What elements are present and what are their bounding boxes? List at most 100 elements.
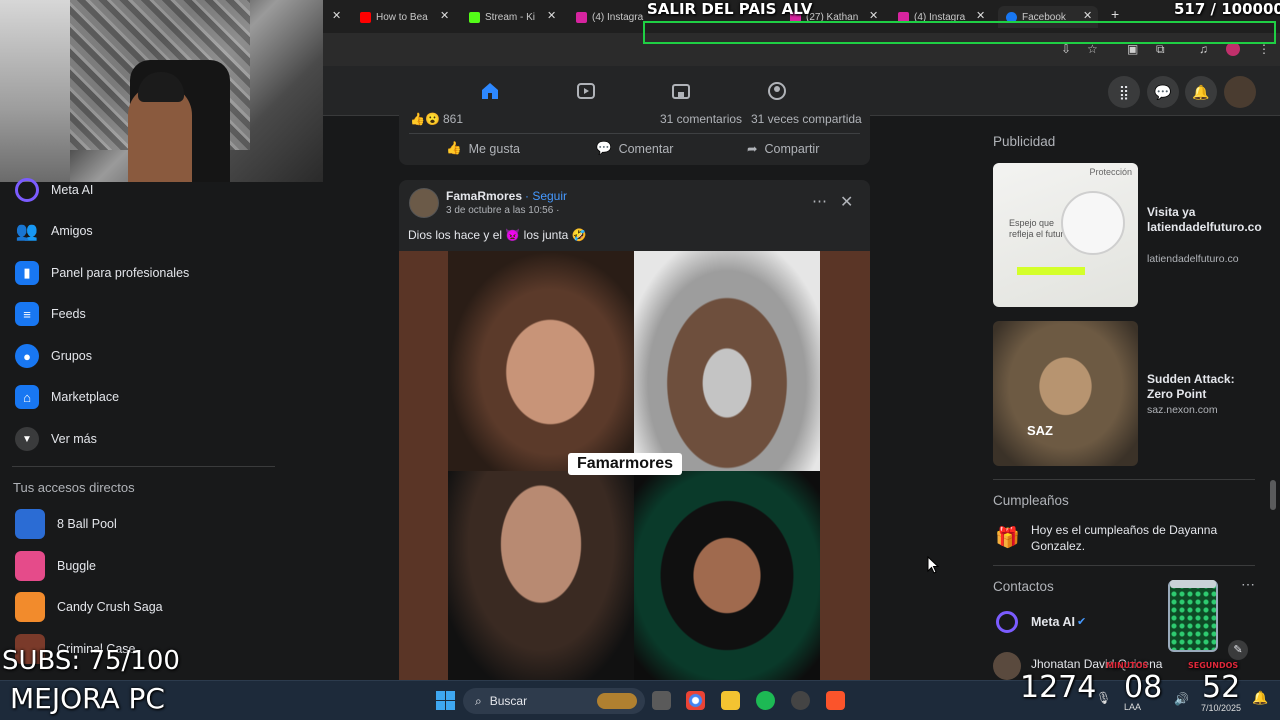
timer-seconds: 52 — [1202, 670, 1241, 705]
like-button[interactable]: 👍 Me gusta — [446, 141, 520, 156]
account-avatar[interactable] — [1224, 76, 1256, 108]
contacts-heading: Contactos — [993, 579, 1054, 594]
extension-icon[interactable]: ▣ — [1127, 42, 1138, 56]
home-icon[interactable] — [480, 81, 500, 101]
comment-count[interactable]: 31 comentarios — [660, 112, 742, 126]
video-icon[interactable] — [576, 81, 596, 101]
birthdays-heading: Cumpleaños — [993, 493, 1069, 508]
shortcut-buggle[interactable]: Buggle — [0, 548, 290, 584]
candy-crush-icon — [15, 592, 45, 622]
sidebar-item-friends[interactable]: 👥 Amigos — [0, 213, 290, 249]
mouse-cursor-icon — [927, 556, 939, 574]
post-timestamp[interactable]: 3 de octubre a las 10:56 · — [446, 205, 559, 216]
post-author-avatar[interactable] — [409, 188, 439, 218]
notifications-button[interactable]: 🔔 — [1185, 76, 1217, 108]
follow-link[interactable]: · Seguir — [525, 189, 567, 203]
youtube-icon — [360, 11, 371, 23]
action-divider — [409, 133, 860, 134]
ad-title-2[interactable]: Sudden Attack: Zero Point — [1147, 372, 1247, 402]
contact-meta-ai[interactable]: Meta AI — [1031, 615, 1075, 629]
brave-icon[interactable] — [826, 691, 845, 710]
marketplace-nav-icon[interactable] — [671, 81, 691, 101]
sidebar-item-dashboard[interactable]: ▮ Panel para profesionales — [0, 255, 290, 291]
sidebar-item-marketplace[interactable]: ⌂ Marketplace — [0, 379, 290, 415]
gift-icon: 🎁 — [995, 527, 1020, 549]
sidebar-divider — [12, 466, 275, 467]
close-icon[interactable]: ✕ — [840, 192, 853, 212]
groups-icon: ● — [15, 344, 39, 368]
install-icon[interactable]: ⇩ — [1061, 42, 1071, 56]
media-icon[interactable]: ♫ — [1199, 42, 1208, 56]
compose-icon[interactable]: ✎ — [1228, 640, 1248, 660]
tab-instagram[interactable]: (4) Instagra — [576, 6, 646, 28]
right-divider-2 — [993, 565, 1255, 566]
8-ball-pool-icon — [15, 509, 45, 539]
tab-close-icon[interactable]: ✕ — [440, 9, 449, 22]
contacts-options-icon[interactable]: ⋯ — [1241, 576, 1255, 593]
ad-url-2[interactable]: saz.nexon.com — [1147, 404, 1218, 416]
timer-minutes: 08 — [1124, 670, 1163, 705]
messenger-icon: 💬 — [1154, 83, 1172, 100]
sidebar-item-feeds[interactable]: ≡ Feeds — [0, 296, 290, 332]
kick-icon — [469, 11, 480, 23]
tab-close-icon[interactable]: ✕ — [547, 9, 556, 22]
messenger-button[interactable]: 💬 — [1147, 76, 1179, 108]
tab-close-icon[interactable]: ✕ — [332, 9, 341, 22]
new-tab-button[interactable]: + — [1111, 6, 1119, 22]
search-icon: ⌕ — [475, 693, 482, 708]
ad-image-mirror[interactable]: Protección Espejo que refleja el futuro — [993, 163, 1138, 307]
sidebar-item-groups[interactable]: ● Grupos — [0, 338, 290, 374]
shortcut-8-ball-pool[interactable]: 8 Ball Pool — [0, 506, 290, 542]
groups-nav-icon[interactable] — [767, 81, 787, 101]
reaction-icons: 👍😮 — [410, 112, 440, 126]
taskbar-search[interactable]: ⌕ Buscar — [463, 688, 645, 714]
contact-avatar[interactable] — [993, 652, 1021, 680]
comment-button[interactable]: 💬 Comentar — [596, 141, 673, 156]
notification-bell-icon[interactable]: 🔔 — [1252, 690, 1268, 706]
windows-start-icon[interactable] — [436, 691, 455, 710]
sidebar-item-see-more[interactable]: ▼ Ver más — [0, 421, 290, 457]
shortcuts-heading: Tus accesos directos — [13, 480, 135, 495]
tab-kick[interactable]: Stream - Ki — [469, 6, 549, 28]
share-button[interactable]: ➦ Compartir — [747, 141, 819, 157]
puzzle-icon[interactable]: ⧉ — [1156, 42, 1165, 57]
menu-icon[interactable]: ⋮ — [1258, 42, 1270, 56]
file-explorer-icon[interactable] — [721, 691, 740, 710]
microphone-icon[interactable]: 🎙 — [1096, 691, 1111, 705]
profile-avatar[interactable] — [1226, 42, 1240, 56]
menu-grid-button[interactable]: ⣿ — [1108, 76, 1140, 108]
share-icon: ➦ — [747, 142, 758, 156]
bell-icon: 🔔 — [1192, 83, 1210, 100]
timer-seconds-label: SEGUNDOS — [1188, 661, 1239, 670]
meta-ai-contact-icon — [996, 611, 1018, 633]
ad-title-1[interactable]: Visita ya latiendadelfuturo.co — [1147, 205, 1262, 235]
progress-goal-box — [643, 21, 1276, 44]
reaction-count[interactable]: 861 — [443, 112, 463, 126]
bookmark-star-icon[interactable]: ☆ — [1087, 42, 1098, 56]
sidebar-item-meta-ai[interactable]: Meta AI — [0, 172, 290, 208]
ad-url-1[interactable]: latiendadelfuturo.co — [1147, 253, 1239, 265]
spotify-icon[interactable] — [756, 691, 775, 710]
webcam-overlay — [0, 0, 323, 182]
feeds-icon: ≡ — [15, 302, 39, 326]
overlay-subs: SUBS: 75/100 — [2, 646, 180, 676]
task-view-icon[interactable] — [652, 691, 671, 710]
chrome-icon[interactable] — [686, 691, 705, 710]
share-count[interactable]: 31 veces compartida — [751, 112, 862, 126]
more-options-icon[interactable]: ⋯ — [812, 192, 827, 210]
right-divider — [993, 479, 1255, 480]
meta-ai-icon — [15, 178, 39, 202]
birthday-text[interactable]: Hoy es el cumpleaños de Dayanna Gonzalez… — [1031, 522, 1231, 554]
shortcut-candy-crush[interactable]: Candy Crush Saga — [0, 589, 290, 625]
ad-image-sudden-attack[interactable]: SAZ — [993, 321, 1138, 466]
volume-icon[interactable]: 🔊 — [1174, 692, 1189, 706]
instagram-icon — [576, 11, 587, 23]
tab-youtube[interactable]: How to Bea — [360, 6, 440, 28]
chevron-down-icon: ▼ — [15, 427, 39, 451]
marketplace-icon: ⌂ — [15, 385, 39, 409]
timer-minutes-label: MINUTOS — [1106, 661, 1149, 670]
comment-icon: 💬 — [596, 141, 612, 155]
obs-icon[interactable] — [791, 691, 810, 710]
scrollbar[interactable] — [1270, 480, 1276, 510]
post-author-name[interactable]: FamaRmores — [446, 189, 522, 203]
